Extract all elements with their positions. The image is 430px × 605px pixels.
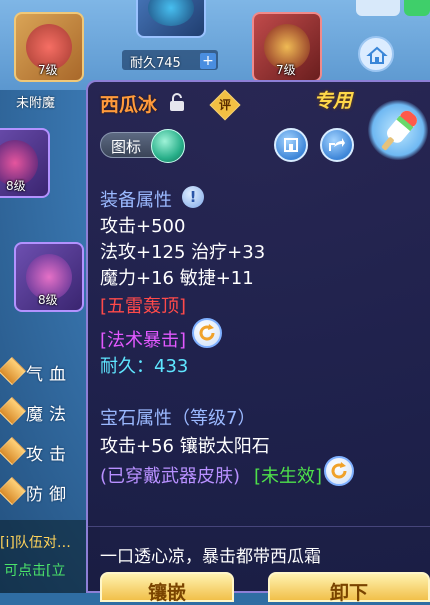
refresh-icon: [331, 462, 347, 479]
item-name: 西瓜冰: [100, 94, 158, 116]
stat-line-1: 攻击+500: [100, 216, 186, 237]
share-button[interactable]: [320, 128, 354, 162]
toggle-knob: [151, 129, 185, 163]
refresh-effect-button[interactable]: [192, 318, 222, 348]
icon-toggle-label: 图标: [111, 138, 142, 156]
chat-line-1[interactable]: [i]队伍对…: [0, 532, 71, 552]
special-skill: [五雷轰顶]: [100, 296, 187, 317]
inlay-button[interactable]: 镶嵌: [100, 572, 234, 604]
equip-slot-left-1[interactable]: 8级: [0, 128, 50, 198]
slot-level: 8级: [38, 293, 58, 307]
unenchanted-label: 未附魔: [16, 96, 56, 111]
durability-value: 耐久：433: [100, 356, 189, 377]
icon-toggle[interactable]: 图标: [100, 129, 185, 163]
item-description: 一口透心凉，暴击都带西瓜霜: [100, 547, 321, 567]
info-icon[interactable]: !: [182, 186, 204, 208]
stat-line-3: 魔力+16 敏捷+11: [100, 268, 254, 289]
popsicle-icon: [368, 100, 428, 160]
rating-badge[interactable]: 评: [209, 89, 241, 121]
gem-stat: 攻击+56 镶嵌太阳石: [100, 436, 270, 457]
side-stat-mp: 魔法: [0, 396, 82, 428]
refresh-icon: [199, 324, 215, 341]
stat-line-2: 法攻+125 治疗+33: [100, 242, 266, 263]
equip-slot-left-2[interactable]: 8级: [14, 242, 84, 312]
skin-status: [未生效]: [254, 466, 323, 487]
house-icon: [284, 138, 298, 152]
divider: [88, 526, 430, 527]
side-stat-attack: 攻击: [0, 436, 82, 468]
durability-plus-button[interactable]: +: [200, 53, 216, 69]
slot-level: 7级: [276, 63, 296, 77]
top-tab-2[interactable]: [404, 0, 430, 16]
equip-section-title: 装备属性: [100, 190, 172, 211]
slot-level: 7级: [38, 63, 58, 77]
chat-line-2[interactable]: 可点击[立: [4, 560, 65, 580]
special-effect: [法术暴击]: [100, 330, 187, 351]
side-stat-hp: 气血: [0, 356, 82, 388]
skin-note: (已穿戴武器皮肤): [100, 466, 241, 487]
home-icon: [366, 46, 388, 64]
refresh-skin-button[interactable]: [324, 456, 354, 486]
chat-strip: [0, 520, 100, 593]
home-button[interactable]: [358, 36, 394, 72]
top-tab-1[interactable]: [356, 0, 400, 16]
equip-slot-center[interactable]: [136, 0, 206, 38]
item-tooltip: 西瓜冰 评 专用 图标 装备属性 ! 攻击+500 法攻+125 治疗+33 魔…: [86, 80, 430, 604]
equip-slot-armor[interactable]: 7级: [252, 12, 322, 82]
exclusive-label: 专用: [314, 90, 353, 112]
gem-section-title: 宝石属性（等级7）: [100, 408, 256, 429]
side-stat-defense: 防御: [0, 476, 82, 508]
lock-icon[interactable]: [168, 92, 186, 112]
unequip-button[interactable]: 卸下: [268, 572, 430, 604]
house-button[interactable]: [274, 128, 308, 162]
equip-slot-weapon[interactable]: 7级: [14, 12, 84, 82]
slot-level: 8级: [6, 179, 26, 193]
durability-bg-label: 耐久745: [130, 56, 181, 71]
share-icon: [329, 138, 345, 151]
